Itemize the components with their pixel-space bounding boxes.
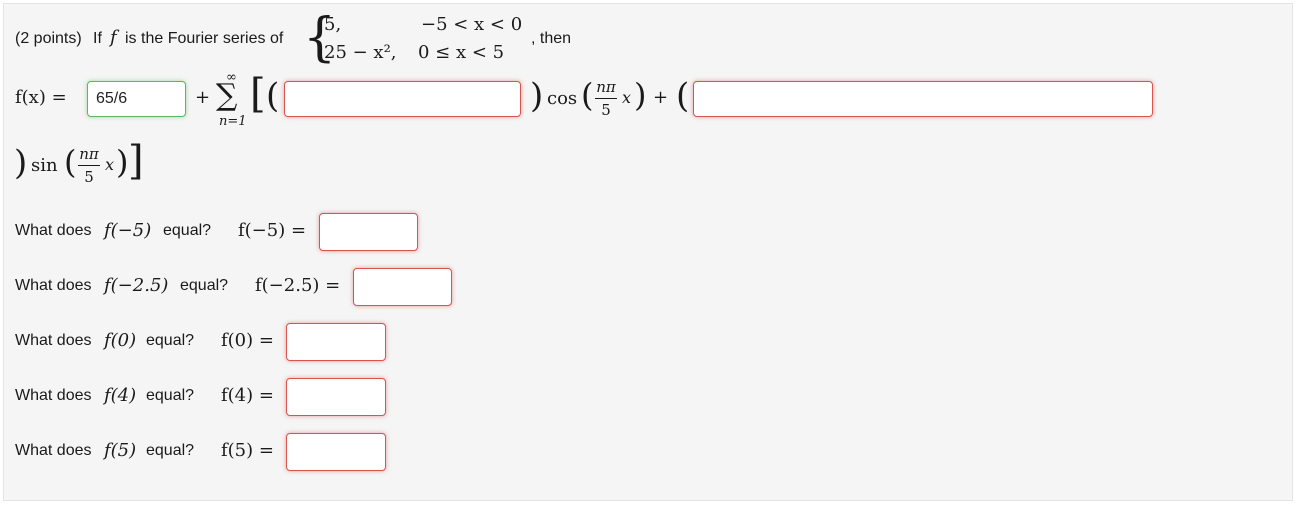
- question-5-fx: f(5): [104, 440, 137, 461]
- question-1-equal: equal?: [163, 222, 212, 239]
- question-4-lhs: f(4) =: [221, 385, 274, 406]
- sum-lower-limit: n=1: [219, 114, 247, 129]
- sin-close-paren: ): [116, 143, 129, 181]
- open-bracket: [: [250, 71, 266, 117]
- question-4-prompt: What does: [15, 387, 92, 404]
- question-1-prompt: What does: [15, 222, 92, 239]
- question-1-lhs: f(−5) =: [238, 220, 307, 241]
- question-2-equal: equal?: [180, 277, 229, 294]
- cos-frac-numerator: nπ: [596, 78, 616, 96]
- question-2-lhs: f(−2.5) =: [255, 275, 341, 296]
- plus-sign: +: [195, 87, 211, 108]
- sin-frac-denominator: 5: [84, 168, 94, 186]
- question-5-lhs: f(5) =: [221, 440, 274, 461]
- f-symbol: f: [110, 27, 117, 48]
- close-bracket: ]: [128, 138, 144, 184]
- f-minus-2-5-input[interactable]: [353, 268, 452, 306]
- question-4-equal: equal?: [146, 387, 195, 404]
- question-3-lhs: f(0) =: [221, 330, 274, 351]
- question-5-equal: equal?: [146, 442, 195, 459]
- f-minus-5-input[interactable]: [319, 213, 418, 251]
- question-3-equal: equal?: [146, 332, 195, 349]
- sum-symbol: ∑: [216, 78, 238, 113]
- cos-close-paren: ): [634, 76, 647, 114]
- f-of-x-lhs: f(x) =: [15, 87, 67, 108]
- points-label: (2 points): [15, 30, 82, 47]
- close-paren-a: ): [530, 76, 544, 116]
- question-2-prompt: What does: [15, 277, 92, 294]
- close-paren-b: ): [14, 143, 28, 183]
- f-5-input[interactable]: [286, 433, 386, 471]
- bn-coefficient-input[interactable]: [693, 81, 1153, 117]
- question-5-prompt: What does: [15, 442, 92, 459]
- a0-input[interactable]: 65/6: [87, 81, 186, 117]
- sin-x-var: x: [105, 155, 115, 174]
- question-3-fx: f(0): [104, 330, 137, 351]
- sin-frac-bar: [78, 165, 100, 166]
- open-paren-a: (: [266, 76, 280, 116]
- open-paren-b: (: [676, 76, 690, 116]
- f-0-input[interactable]: [286, 323, 386, 361]
- question-4-fx: f(4): [104, 385, 137, 406]
- cos-frac-denominator: 5: [601, 101, 611, 119]
- piecewise-row1-condition: −5 < x < 0: [421, 14, 523, 35]
- question-3-prompt: What does: [15, 332, 92, 349]
- cos-x-var: x: [622, 88, 632, 107]
- sin-label: sin: [31, 155, 58, 176]
- cos-frac-bar: [595, 98, 617, 99]
- plus-sign-2: +: [653, 87, 669, 108]
- if-word: If: [93, 30, 102, 47]
- sin-frac-numerator: nπ: [79, 145, 99, 163]
- f-4-input[interactable]: [286, 378, 386, 416]
- piecewise-row2-value: 25 − x²,: [324, 42, 397, 63]
- sin-open-paren: (: [64, 143, 77, 181]
- is-text: is the Fourier series of: [125, 30, 284, 47]
- question-2-fx: f(−2.5): [104, 275, 169, 296]
- problem-panel: [3, 3, 1293, 501]
- an-coefficient-input[interactable]: [284, 81, 521, 117]
- cos-label: cos: [547, 88, 578, 109]
- piecewise-row1-value: 5,: [324, 14, 342, 35]
- piecewise-row2-condition: 0 ≤ x < 5: [418, 42, 505, 63]
- then-text: , then: [531, 30, 572, 47]
- question-1-fx: f(−5): [104, 220, 152, 241]
- cos-open-paren: (: [581, 76, 594, 114]
